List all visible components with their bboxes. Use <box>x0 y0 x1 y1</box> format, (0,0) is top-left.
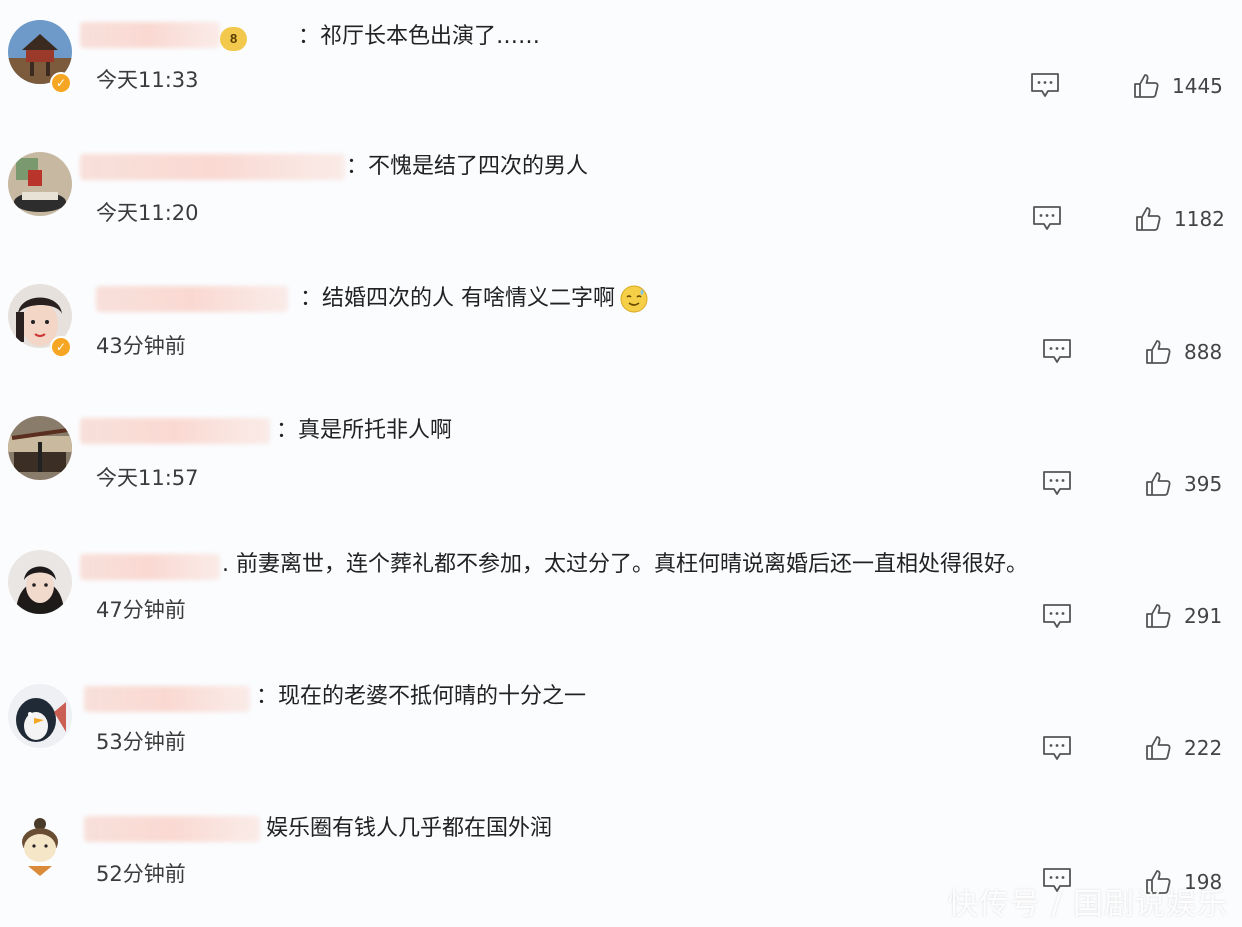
comment-text: ：不愧是结了四次的男人 <box>346 154 589 179</box>
comment-list: ✓ 8 ：祁厅长本色出演了…… 今天11:33 1445 ：不愧是结了四次的男人… <box>0 0 1242 927</box>
thumbs-up-icon <box>1132 72 1160 100</box>
like-count: 888 <box>1184 340 1223 364</box>
comment-time: 今天11:33 <box>96 68 199 92</box>
comment-time: 52分钟前 <box>96 862 186 886</box>
comment-item: ✓ 8 ：祁厅长本色出演了…… 今天11:33 1445 <box>0 0 1242 120</box>
comment-time: 今天11:20 <box>96 201 199 225</box>
comment-bubble-icon[interactable] <box>1042 603 1072 629</box>
comment-bubble-icon[interactable] <box>1042 735 1072 761</box>
comment-time: 今天11:57 <box>96 466 199 490</box>
like-button[interactable]: 395 <box>1144 470 1222 498</box>
comment-bubble-icon[interactable] <box>1032 205 1062 231</box>
comment-text-content: ：结婚四次的人 有啥情义二字啊 <box>300 286 615 311</box>
thumbs-up-icon <box>1134 205 1162 233</box>
comment-text: ：现在的老婆不抵何晴的十分之一 <box>256 684 587 709</box>
sweat-smile-emoji-icon <box>619 284 649 314</box>
username-blurred[interactable] <box>96 286 288 312</box>
like-button[interactable]: 291 <box>1144 602 1222 630</box>
watermark: 快传号 / 国剧说娱乐 <box>947 887 1228 922</box>
like-button[interactable]: 888 <box>1144 338 1222 366</box>
comment-item: . 前妻离世，连个葬礼都不参加，太过分了。真枉何晴说离婚后还一直相处得很好。 4… <box>0 528 1242 648</box>
like-button[interactable]: 222 <box>1144 734 1222 762</box>
comment-item: ：真是所托非人啊 今天11:57 395 <box>0 396 1242 516</box>
comment-item: ：不愧是结了四次的男人 今天11:20 1182 <box>0 132 1242 252</box>
avatar[interactable] <box>8 416 72 480</box>
verified-check-icon: ✓ <box>50 72 72 94</box>
comment-item: ：现在的老婆不抵何晴的十分之一 53分钟前 222 <box>0 660 1242 780</box>
comment-bubble-icon[interactable] <box>1030 72 1060 98</box>
like-button[interactable]: 1445 <box>1132 72 1223 100</box>
username-blurred[interactable] <box>80 554 220 580</box>
comment-text: 娱乐圈有钱人几乎都在国外润 <box>266 816 553 841</box>
username-blurred[interactable] <box>84 816 260 842</box>
avatar[interactable] <box>8 684 72 748</box>
username-blurred[interactable] <box>80 154 345 180</box>
comment-time: 47分钟前 <box>96 598 186 622</box>
username-blurred[interactable] <box>84 686 250 712</box>
avatar[interactable] <box>8 814 72 878</box>
like-count: 291 <box>1184 604 1223 628</box>
verified-check-icon: ✓ <box>50 336 72 358</box>
fan-level-badge: 8 <box>220 27 248 51</box>
thumbs-up-icon <box>1144 470 1172 498</box>
like-count: 1445 <box>1172 74 1223 98</box>
like-count: 1182 <box>1174 207 1225 231</box>
avatar[interactable] <box>8 550 72 614</box>
username-blurred[interactable] <box>80 418 270 444</box>
comment-time: 43分钟前 <box>96 334 186 358</box>
comment-time: 53分钟前 <box>96 730 186 754</box>
thumbs-up-icon <box>1144 734 1172 762</box>
comment-bubble-icon[interactable] <box>1042 470 1072 496</box>
like-button[interactable]: 1182 <box>1134 205 1225 233</box>
comment-text: . 前妻离世，连个葬礼都不参加，太过分了。真枉何晴说离婚后还一直相处得很好。 <box>222 552 1028 577</box>
comment-text: ：祁厅长本色出演了…… <box>298 24 541 49</box>
comment-bubble-icon[interactable] <box>1042 338 1072 364</box>
thumbs-up-icon <box>1144 602 1172 630</box>
comment-text: ：真是所托非人啊 <box>276 418 453 443</box>
like-count: 222 <box>1184 736 1223 760</box>
comment-item: ✓ ：结婚四次的人 有啥情义二字啊 43分钟前 888 <box>0 264 1242 384</box>
thumbs-up-icon <box>1144 338 1172 366</box>
comment-text: ：结婚四次的人 有啥情义二字啊 <box>300 284 649 314</box>
username-blurred[interactable] <box>80 22 220 48</box>
avatar[interactable] <box>8 152 72 216</box>
like-count: 395 <box>1184 472 1223 496</box>
